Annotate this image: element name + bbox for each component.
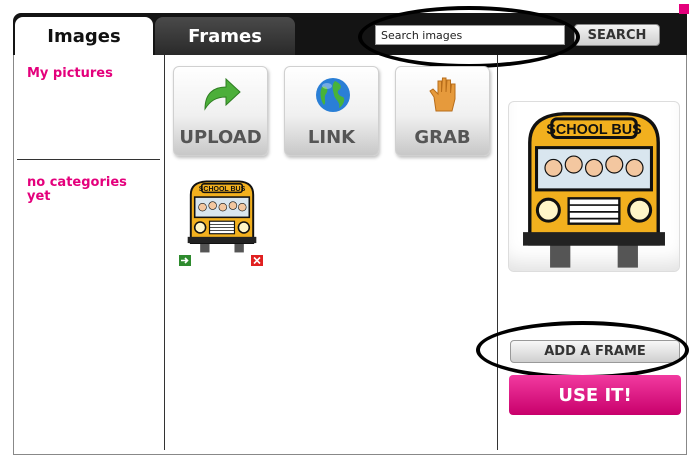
category-my-pictures[interactable]: My pictures (27, 67, 113, 81)
hand-icon (429, 77, 456, 112)
globe-icon (316, 78, 350, 112)
use-it-label: USE IT! (558, 384, 632, 406)
tab-images[interactable]: Images (15, 17, 153, 55)
divider (497, 55, 498, 450)
add-frame-label: ADD A FRAME (544, 344, 646, 359)
grab-label: GRAB (414, 127, 471, 148)
image-preview: SCHOOL BUS (508, 101, 680, 272)
link-button[interactable]: LINK (284, 66, 379, 156)
link-label: LINK (307, 127, 356, 148)
category-empty-message: no categories yet (27, 175, 127, 204)
school-bus-image: SCHOOL BUS (187, 180, 257, 253)
search-button-label: SEARCH (587, 27, 647, 43)
tab-images-label: Images (47, 25, 121, 47)
search-input[interactable] (375, 25, 565, 45)
add-image-icon[interactable] (178, 254, 192, 267)
search-button[interactable]: SEARCH (574, 24, 660, 46)
image-picker-window: Images Frames SEARCH My pictures no cate… (0, 0, 689, 461)
green-arrow-icon (204, 77, 241, 111)
use-it-button[interactable]: USE IT! (509, 375, 681, 415)
tab-frames[interactable]: Frames (155, 17, 295, 55)
school-bus-image: SCHOOL BUS (523, 112, 665, 268)
add-frame-button[interactable]: ADD A FRAME (510, 340, 680, 363)
close-corner-icon[interactable] (679, 4, 689, 14)
tab-frames-label: Frames (188, 25, 262, 47)
upload-label: UPLOAD (179, 127, 262, 148)
upload-button[interactable]: UPLOAD (173, 66, 268, 156)
bus-sign-text: SCHOOL BUS (546, 122, 642, 138)
divider (17, 159, 160, 160)
bus-sign-text: SCHOOL BUS (199, 186, 246, 193)
divider (164, 55, 165, 450)
delete-image-icon[interactable] (250, 254, 264, 267)
grab-button[interactable]: GRAB (395, 66, 490, 156)
